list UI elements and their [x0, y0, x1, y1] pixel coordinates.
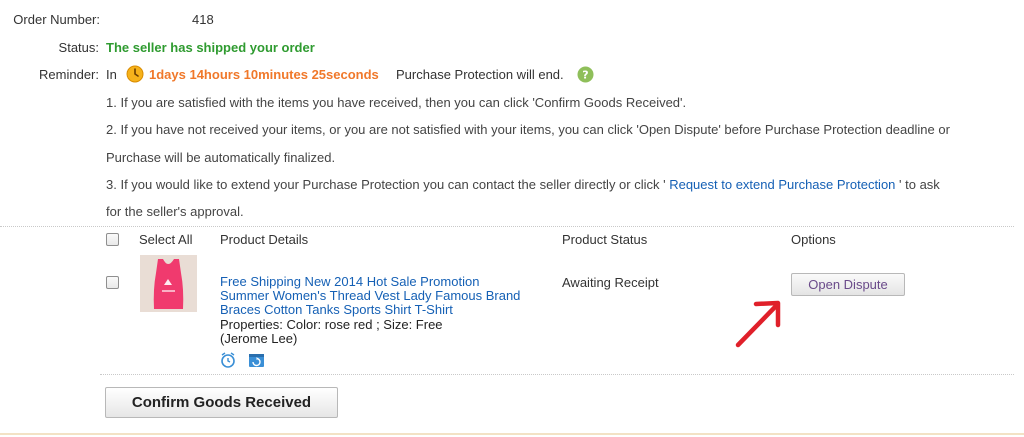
seller-name: (Jerome Lee) — [220, 331, 298, 346]
countdown-timer: 1days 14hours 10minutes 25seconds — [149, 67, 379, 82]
svg-text:?: ? — [582, 69, 588, 82]
product-title-line-1: Free Shipping New 2014 Hot Sale Promotio… — [220, 274, 480, 289]
product-status-value: Awaiting Receipt — [562, 275, 659, 290]
reminder-label: Reminder: — [39, 67, 99, 82]
calendar-refresh-icon[interactable] — [248, 352, 264, 368]
product-status-header: Product Status — [562, 232, 648, 247]
question-icon[interactable]: ? — [577, 66, 594, 83]
divider-bottom — [100, 374, 1014, 375]
alarm-clock-icon[interactable] — [220, 352, 236, 368]
select-all-checkbox[interactable] — [106, 233, 119, 246]
order-number-label: Order Number: — [13, 12, 100, 27]
reminder-suffix: Purchase Protection will end. — [396, 67, 564, 82]
confirm-goods-received-button[interactable]: Confirm Goods Received — [105, 387, 338, 418]
select-all-label: Select All — [139, 232, 193, 247]
extend-protection-link[interactable]: Request to extend Purchase Protection — [666, 177, 899, 192]
options-header: Options — [791, 232, 836, 247]
instruction-line-3b: for the seller's approval. — [106, 204, 244, 219]
instruction-line-3: 3. If you would like to extend your Purc… — [106, 177, 940, 192]
product-title-line-2: Summer Women's Thread Vest Lady Famous B… — [220, 288, 521, 303]
divider-top — [0, 226, 1014, 227]
instruction-line-1: 1. If you are satisfied with the items y… — [106, 95, 687, 110]
reminder-in: In — [106, 67, 117, 82]
product-details-header: Product Details — [220, 232, 309, 247]
instruction-line-3-prefix: 3. If you would like to extend your Purc… — [106, 177, 666, 192]
product-title-link[interactable]: Free Shipping New 2014 Hot Sale Promotio… — [220, 275, 550, 317]
clock-icon — [126, 65, 144, 83]
instruction-line-2b: Purchase will be automatically finalized… — [106, 150, 336, 165]
status-label: Status: — [58, 40, 99, 55]
bottom-border-line — [0, 433, 1024, 435]
open-dispute-button[interactable]: Open Dispute — [791, 273, 905, 296]
row-checkbox[interactable] — [106, 276, 119, 289]
instruction-line-2a: 2. If you have not received your items, … — [106, 122, 950, 137]
product-thumbnail[interactable] — [140, 255, 197, 312]
product-properties: Properties: Color: rose red ; Size: Free — [220, 317, 443, 332]
product-title-line-3: Braces Cotton Tanks Sports Shirt T-Shirt — [220, 302, 453, 317]
instruction-line-3-suffix: ' to ask — [899, 177, 940, 192]
status-value: The seller has shipped your order — [106, 40, 315, 55]
order-number-value: 418 — [192, 12, 214, 27]
red-arrow-annotation — [735, 300, 781, 348]
